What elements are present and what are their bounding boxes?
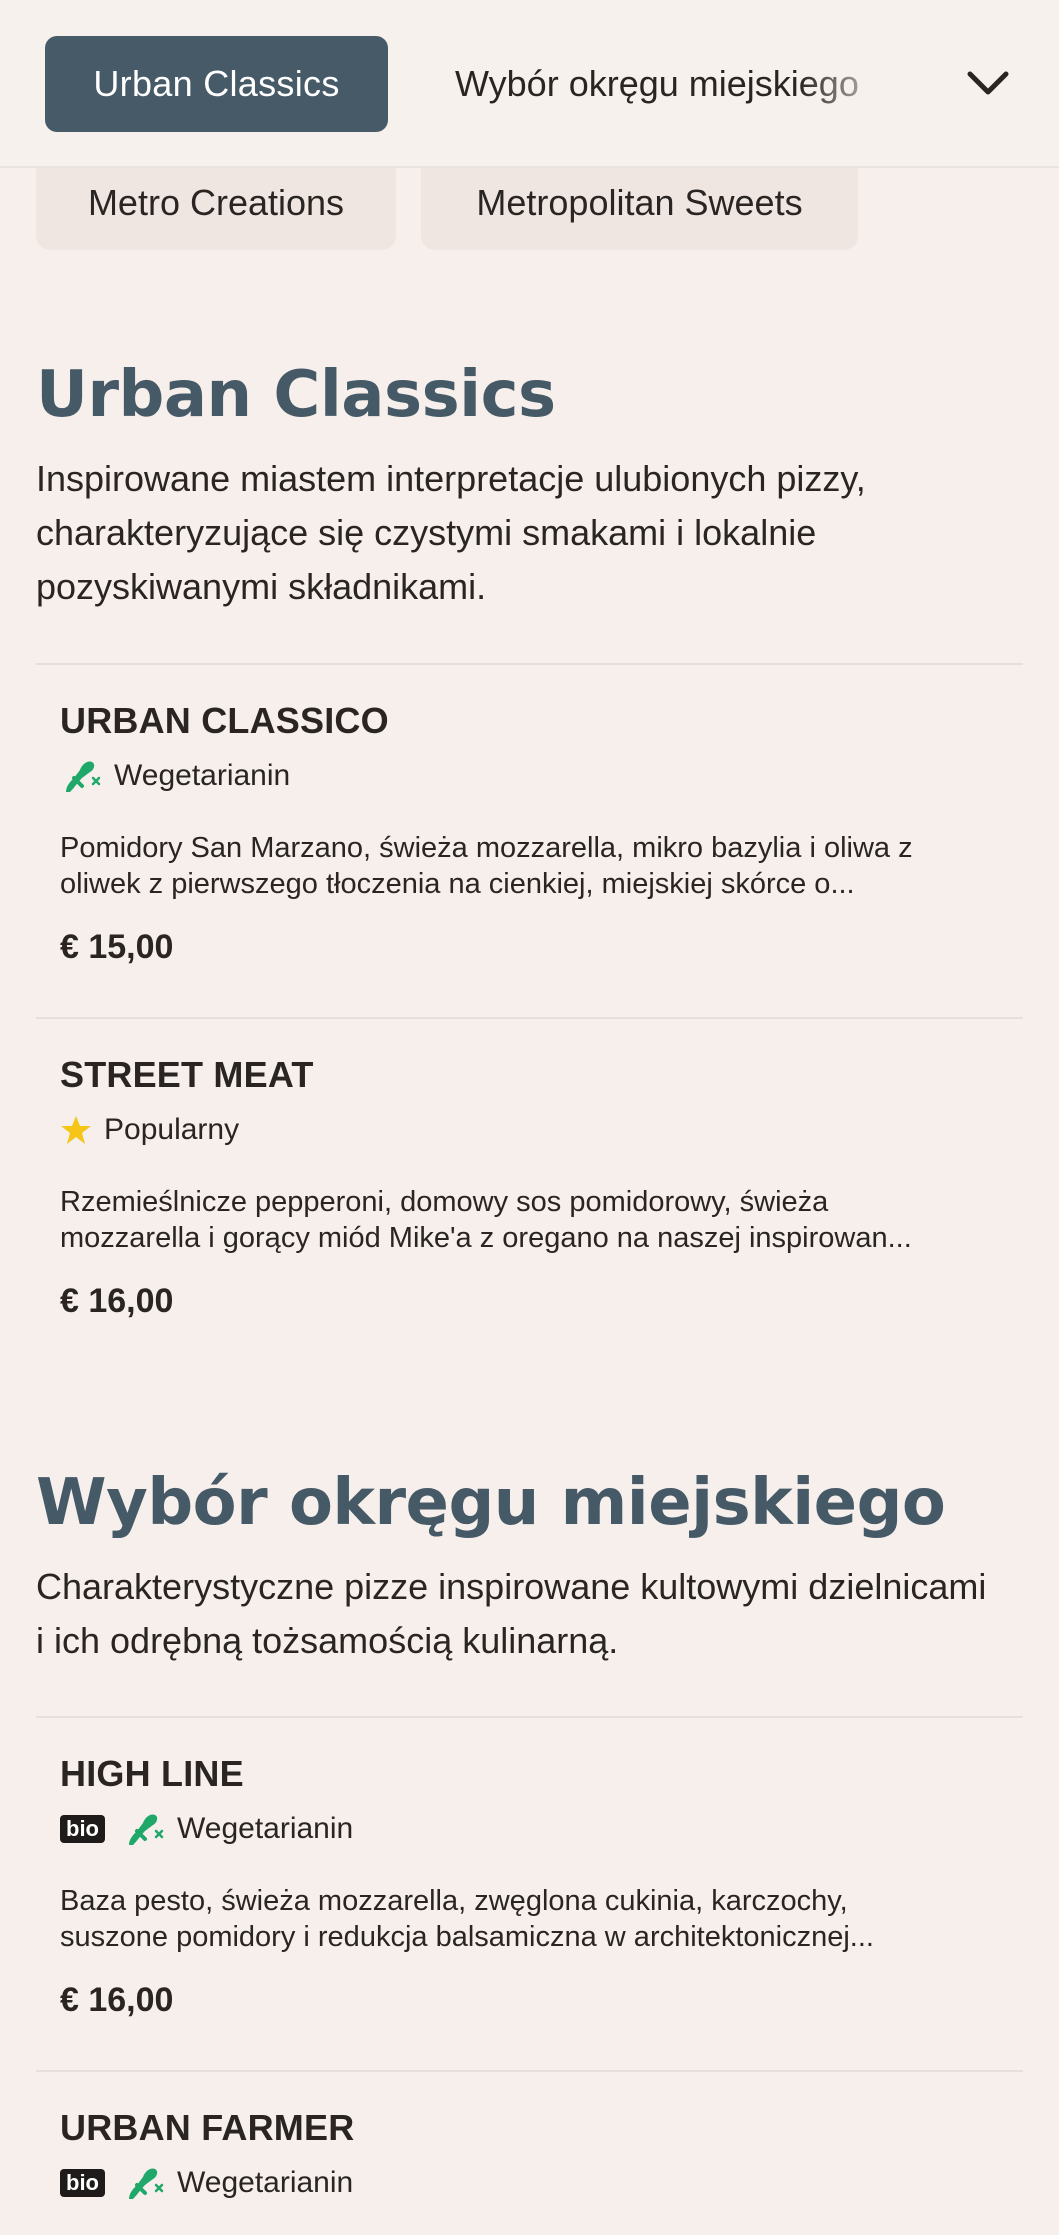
star-icon xyxy=(61,1116,91,1144)
item-description: Rzemieślnicze pepperoni, domowy sos pomi… xyxy=(60,1186,912,1254)
bio-badge: bio xyxy=(60,2169,105,2197)
bio-badge: bio xyxy=(60,1815,105,1843)
item-tags: bio Wegetarianin xyxy=(60,1809,353,1849)
item-tags: bio Wegetarianin xyxy=(60,2163,353,2203)
category-nav-bar: Urban Classics Wybór okręgu miejskiego xyxy=(0,0,1059,168)
item-price: € 15,00 xyxy=(60,928,174,966)
tab-urban-classics[interactable]: Urban Classics xyxy=(45,36,388,132)
divider xyxy=(36,2070,1023,2072)
tab-fade-overlay xyxy=(800,36,920,132)
section-description: Charakterystyczne pizze inspirowane kult… xyxy=(36,1566,987,1661)
divider xyxy=(36,1716,1023,1718)
tag-label: Wegetarianin xyxy=(177,1812,354,1845)
item-description: Baza pesto, świeża mozzarella, zwęglona … xyxy=(60,1885,874,1953)
tag-label: Wegetarianin xyxy=(114,759,291,792)
menu-item-urban-farmer[interactable]: URBAN FARMER bio Wegetarianin xyxy=(60,2107,1010,2227)
divider xyxy=(36,663,1023,665)
tag-label: Popularny xyxy=(104,1113,240,1146)
section-title-wybor-okregu: Wybór okręgu miejskiego xyxy=(36,1466,946,1540)
vegetarian-icon xyxy=(129,1814,164,1845)
vegetarian-icon xyxy=(66,761,101,792)
item-price: € 16,00 xyxy=(60,1981,174,2019)
section-title-urban-classics: Urban Classics xyxy=(36,358,556,432)
item-name: URBAN CLASSICO xyxy=(60,700,389,741)
divider xyxy=(36,1017,1023,1019)
menu-item-street-meat[interactable]: STREET MEAT Popularny Rzemieślnicze pepp… xyxy=(60,1054,1010,1344)
item-price: € 16,00 xyxy=(60,1282,174,1320)
item-tags: Wegetarianin xyxy=(60,756,290,796)
item-tags: Popularny xyxy=(60,1110,239,1150)
chevron-down-icon[interactable] xyxy=(960,56,1016,112)
section-description: Inspirowane miastem interpretacje ulubio… xyxy=(36,458,866,607)
item-name: STREET MEAT xyxy=(60,1054,314,1095)
menu-item-urban-classico[interactable]: URBAN CLASSICO Wegetarianin Pomidory San… xyxy=(60,700,1010,990)
item-description: Pomidory San Marzano, świeża mozzarella,… xyxy=(60,832,913,900)
item-name: HIGH LINE xyxy=(60,1753,244,1794)
tag-label: Wegetarianin xyxy=(177,2166,354,2199)
item-name: URBAN FARMER xyxy=(60,2107,355,2148)
vegetarian-icon xyxy=(129,2168,164,2199)
menu-item-high-line[interactable]: HIGH LINE bio Wegetarianin Baza pesto, ś… xyxy=(60,1753,1010,2043)
